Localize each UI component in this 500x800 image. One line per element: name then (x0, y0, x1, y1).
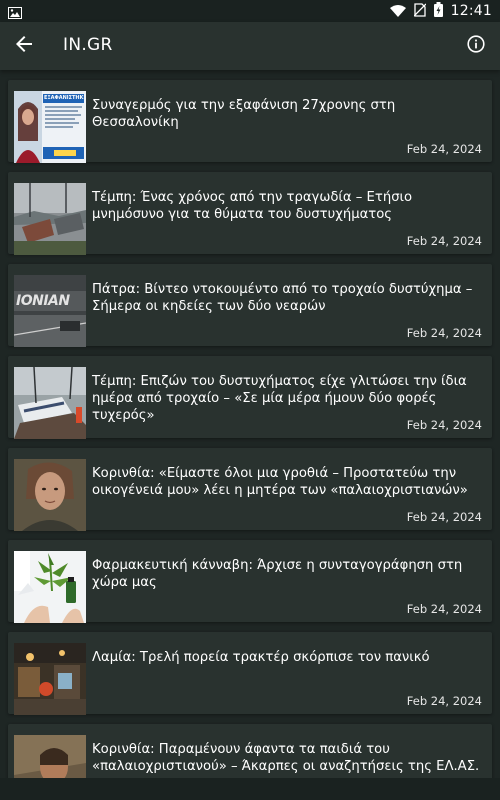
article-list[interactable]: ΕΞΑΦΑΝΙΣΤΗΚΕ Συναγερμός για την εξαφάνισ… (0, 70, 500, 778)
article-date: Feb 24, 2024 (406, 602, 482, 616)
article-card[interactable]: Κορινθία: «Είμαστε όλοι μια γροθιά – Προ… (8, 448, 492, 531)
article-date: Feb 24, 2024 (406, 234, 482, 248)
no-sim-icon (413, 2, 427, 21)
article-thumbnail (14, 183, 86, 255)
info-button[interactable] (462, 32, 490, 60)
back-button[interactable] (10, 32, 38, 60)
arrow-back-icon (16, 36, 32, 56)
clock: 12:41 (450, 3, 492, 19)
app-bar: IN.GR (0, 22, 500, 70)
article-title: Συναγερμός για την εξαφάνιση 27χρονης στ… (92, 98, 396, 130)
navigation-bar (0, 778, 500, 800)
article-title: Κορινθία: «Είμαστε όλοι μια γροθιά – Προ… (92, 466, 468, 498)
thumbnail-label: ΙΟΝΙΑΝ (16, 293, 70, 309)
article-card[interactable]: Τέμπη: Ένας χρόνος από την τραγωδία – Ετ… (8, 172, 492, 255)
article-date: Feb 24, 2024 (406, 510, 482, 524)
article-card[interactable]: Τέμπη: Επιζών του δυστυχήματος είχε γλιτ… (8, 356, 492, 439)
status-bar: 12:41 (0, 0, 500, 22)
article-card[interactable]: Φαρμακευτική κάνναβη: Άρχισε η συνταγογρ… (8, 540, 492, 623)
article-date: Feb 24, 2024 (406, 142, 482, 156)
article-card[interactable]: ΕΞΑΦΑΝΙΣΤΗΚΕ Συναγερμός για την εξαφάνισ… (8, 80, 492, 163)
article-title: Τέμπη: Ένας χρόνος από την τραγωδία – Ετ… (92, 190, 413, 222)
article-title: Φαρμακευτική κάνναβη: Άρχισε η συνταγογρ… (92, 558, 463, 590)
article-date: Feb 24, 2024 (406, 694, 482, 708)
article-thumbnail (14, 551, 86, 623)
article-date: Feb 24, 2024 (406, 326, 482, 340)
article-title: Λαμία: Τρελή πορεία τρακτέρ σκόρπισε τον… (92, 650, 430, 665)
article-card[interactable]: Λαμία: Τρελή πορεία τρακτέρ σκόρπισε τον… (8, 632, 492, 715)
article-thumbnail (14, 735, 86, 778)
battery-charging-icon (433, 1, 443, 21)
article-title: Κορινθία: Παραμένουν άφαντα τα παιδιά το… (92, 742, 480, 774)
article-thumbnail (14, 367, 86, 439)
article-thumbnail (14, 643, 86, 715)
wifi-icon (389, 2, 406, 21)
article-card[interactable]: ΙΟΝΙΑΝ Πάτρα: Βίντεο ντοκουμέντο από το … (8, 264, 492, 347)
article-thumbnail (14, 459, 86, 531)
thumbnail-label: ΕΞΑΦΑΝΙΣΤΗΚΕ (44, 95, 84, 101)
article-title: Τέμπη: Επιζών του δυστυχήματος είχε γλιτ… (92, 374, 467, 423)
article-thumbnail: ΕΞΑΦΑΝΙΣΤΗΚΕ (14, 91, 86, 163)
article-date: Feb 24, 2024 (406, 418, 482, 432)
app-title: IN.GR (63, 35, 113, 55)
article-card[interactable]: Κορινθία: Παραμένουν άφαντα τα παιδιά το… (8, 724, 492, 778)
image-notification-icon (8, 4, 22, 19)
info-icon (467, 35, 485, 57)
article-thumbnail: ΙΟΝΙΑΝ (14, 275, 86, 347)
article-title: Πάτρα: Βίντεο ντοκουμέντο από το τροχαίο… (92, 282, 473, 314)
